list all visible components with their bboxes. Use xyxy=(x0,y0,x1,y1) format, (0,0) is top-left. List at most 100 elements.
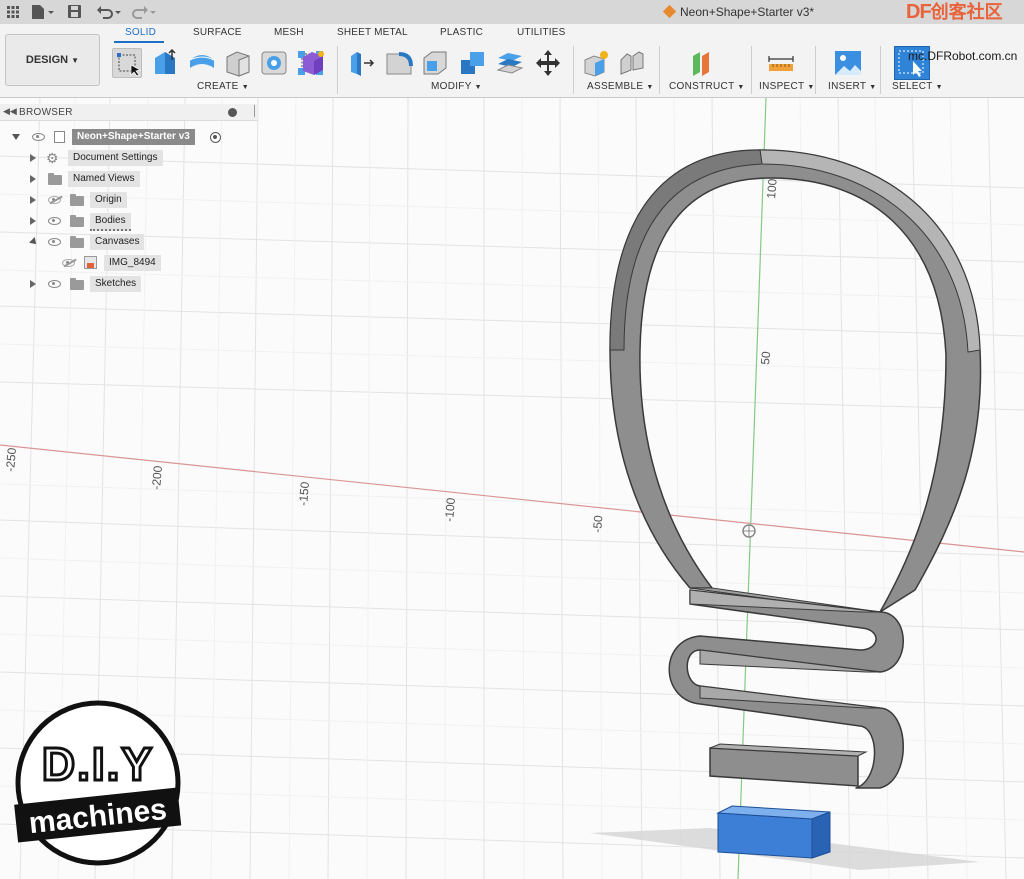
document-title-text: Neon+Shape+Starter v3* xyxy=(680,5,815,19)
expand-triangle-icon[interactable] xyxy=(30,196,36,204)
offset-plane-icon xyxy=(693,52,709,76)
tab-utilities[interactable]: UTILITIES xyxy=(517,27,565,38)
offset-plane-button[interactable] xyxy=(688,48,718,78)
collapse-panel-icon[interactable]: ◀◀ xyxy=(3,106,17,117)
tab-surface[interactable]: SURFACE xyxy=(193,27,242,38)
browser-item-origin[interactable]: Origin xyxy=(30,192,230,208)
inspect-menu[interactable]: INSPECT ▼ xyxy=(759,81,815,92)
fillet-icon xyxy=(386,52,413,75)
visibility-eye-icon[interactable] xyxy=(48,280,61,288)
workspace-switcher-button[interactable]: DESIGN ▼ xyxy=(5,34,100,86)
measure-button[interactable] xyxy=(766,48,796,78)
folder-icon xyxy=(70,236,84,248)
expand-triangle-icon[interactable] xyxy=(30,175,36,183)
visibility-eye-icon[interactable] xyxy=(48,238,61,246)
expand-triangle-icon[interactable] xyxy=(30,280,36,288)
browser-item-document-settings[interactable]: ⚙ Document Settings xyxy=(30,150,230,166)
browser-item-label: Canvases xyxy=(90,234,145,250)
divider xyxy=(815,46,816,94)
undo-icon[interactable] xyxy=(96,2,124,22)
image-canvas-icon xyxy=(835,51,861,75)
browser-title: BROWSER xyxy=(19,107,73,118)
form-icon xyxy=(303,51,324,75)
sketch-icon xyxy=(117,53,141,77)
redo-icon[interactable] xyxy=(131,2,159,22)
pin-icon[interactable]: │ xyxy=(252,106,258,117)
select-menu[interactable]: SELECT ▼ xyxy=(892,81,943,92)
watermark-url: mc.DFRobot.com.cn xyxy=(908,49,1018,63)
axis-label-neg200: -200 xyxy=(149,465,165,490)
pattern-button[interactable] xyxy=(259,48,289,78)
axis-label-neg250: -250 xyxy=(3,447,19,472)
app-grid-icon[interactable] xyxy=(6,2,20,22)
expand-triangle-icon[interactable] xyxy=(30,217,36,225)
active-tab-indicator xyxy=(114,41,164,43)
gear-icon: ⚙ xyxy=(46,150,59,166)
measure-icon xyxy=(768,56,794,71)
document-cube-icon xyxy=(662,4,677,19)
revolve-button[interactable] xyxy=(187,48,217,78)
insert-menu[interactable]: INSERT ▼ xyxy=(828,81,876,92)
folder-icon xyxy=(48,173,62,185)
collapse-triangle-icon[interactable] xyxy=(29,237,39,247)
new-component-button[interactable] xyxy=(582,48,612,78)
browser-item-canvases[interactable]: Canvases xyxy=(29,234,230,250)
combine-button[interactable] xyxy=(458,48,488,78)
fillet-button[interactable] xyxy=(384,48,414,78)
tab-plastic[interactable]: PLASTIC xyxy=(440,27,483,38)
browser-root-node[interactable]: Neon+Shape+Starter v3 xyxy=(10,129,230,145)
browser-item-img-8494[interactable]: IMG_8494 xyxy=(62,255,232,271)
inspect-label: INSPECT xyxy=(759,81,805,92)
axis-label-neg100: -100 xyxy=(442,497,458,522)
move-copy-button[interactable] xyxy=(533,48,563,78)
folder-icon xyxy=(70,194,84,206)
document-icon xyxy=(54,131,65,143)
tab-solid[interactable]: SOLID xyxy=(125,27,156,38)
browser-item-label: Bodies xyxy=(90,213,131,231)
origin-point-icon[interactable] xyxy=(742,524,756,538)
insert-canvas-button[interactable] xyxy=(833,48,863,78)
file-menu-icon[interactable] xyxy=(30,2,56,22)
hole-button[interactable] xyxy=(223,48,253,78)
modify-menu[interactable]: MODIFY ▼ xyxy=(431,81,482,92)
assemble-menu[interactable]: ASSEMBLE ▼ xyxy=(587,81,654,92)
tab-mesh[interactable]: MESH xyxy=(274,27,304,38)
tab-sheet-metal[interactable]: SHEET METAL xyxy=(337,27,408,38)
joint-button[interactable] xyxy=(617,48,647,78)
activate-radio-icon[interactable] xyxy=(210,132,221,143)
modify-label: MODIFY xyxy=(431,81,472,92)
divider xyxy=(659,46,660,94)
assemble-label: ASSEMBLE xyxy=(587,81,644,92)
browser-item-label: Named Views xyxy=(68,171,140,187)
create-caret-icon: ▼ xyxy=(241,84,249,91)
browser-menu-icon[interactable] xyxy=(228,108,237,117)
extrude-icon xyxy=(155,48,176,74)
hole-icon xyxy=(261,51,287,75)
inspect-caret-icon: ▼ xyxy=(807,84,815,91)
construct-menu[interactable]: CONSTRUCT ▼ xyxy=(669,81,745,92)
create-sketch-button[interactable] xyxy=(112,48,142,78)
insert-caret-icon: ▼ xyxy=(869,84,877,91)
expand-triangle-icon[interactable] xyxy=(30,154,36,162)
fusion360-window: Neon+Shape+Starter v3* DF创客社区 DESIGN ▼ S… xyxy=(0,0,1024,879)
create-menu[interactable]: CREATE ▼ xyxy=(197,81,249,92)
visibility-eye-icon[interactable] xyxy=(48,217,61,225)
document-title: Neon+Shape+Starter v3* xyxy=(662,0,815,24)
browser-panel-header[interactable]: ◀◀ BROWSER │ xyxy=(0,104,258,121)
blue-base-block[interactable] xyxy=(716,805,831,859)
press-pull-button[interactable] xyxy=(347,48,377,78)
expand-triangle-icon[interactable] xyxy=(12,134,20,140)
browser-item-bodies[interactable]: Bodies xyxy=(30,213,230,231)
browser-item-label: Origin xyxy=(90,192,127,208)
modify-caret-icon: ▼ xyxy=(474,84,482,91)
save-icon[interactable] xyxy=(67,2,83,22)
extrude-button[interactable] xyxy=(150,48,180,78)
offset-face-button[interactable] xyxy=(495,48,525,78)
shell-button[interactable] xyxy=(420,48,450,78)
move-icon xyxy=(536,50,560,76)
browser-item-sketches[interactable]: Sketches xyxy=(30,276,230,292)
browser-item-named-views[interactable]: Named Views xyxy=(30,171,230,187)
dfrobot-watermark: DF创客社区 xyxy=(906,0,1003,24)
create-form-button[interactable] xyxy=(298,48,328,78)
visibility-eye-icon[interactable] xyxy=(32,133,45,141)
